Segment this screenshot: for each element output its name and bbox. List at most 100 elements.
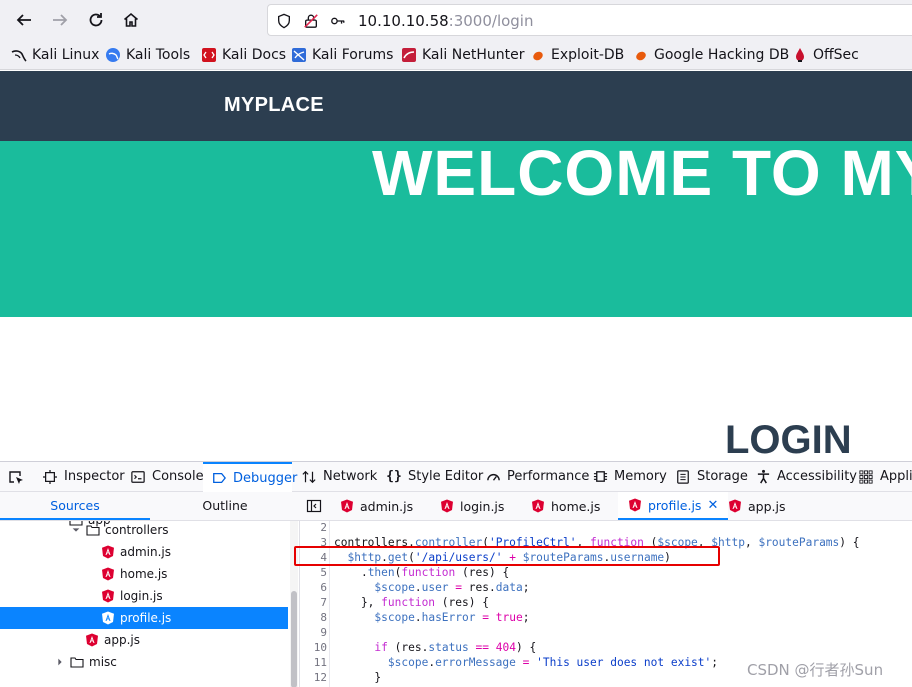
angular-file-icon [101, 545, 115, 559]
tree-item-login-js[interactable]: login.js [0, 585, 288, 607]
inspector-icon [42, 469, 58, 485]
editor-tab-label: login.js [460, 498, 505, 514]
tab-outline[interactable]: Outline [150, 492, 300, 520]
line-number[interactable]: 2 [300, 521, 327, 534]
tab-storage[interactable]: Storage [675, 462, 748, 491]
tab-memory[interactable]: Memory [592, 462, 667, 491]
offsec-icon [792, 47, 808, 63]
tree-item-misc[interactable]: misc [0, 651, 288, 673]
editor-tab-label: admin.js [360, 498, 414, 514]
bookmarks-bar: Kali Linux Kali Tools Kali Docs Kali For… [0, 40, 912, 70]
close-icon[interactable]: ✕ [707, 498, 718, 513]
angular-file-icon [531, 499, 545, 513]
line-number[interactable]: 9 [300, 626, 327, 639]
tab-console[interactable]: Console [130, 462, 204, 491]
tree-item-home-js[interactable]: home.js [0, 563, 288, 585]
sources-pane: Sources Outline app controllers admin.js… [0, 492, 300, 687]
line-number[interactable]: 8 [300, 611, 327, 624]
watermark-text: CSDN @行者孙Sun [747, 661, 884, 679]
line-number[interactable]: 10 [300, 641, 327, 654]
tab-style-editor[interactable]: {} Style Editor [386, 462, 483, 491]
picker-icon [8, 469, 24, 485]
source-tree: app controllers admin.js home.js login.j… [0, 521, 290, 687]
exploit-db-bug-icon [530, 47, 546, 63]
reload-button[interactable] [82, 6, 110, 34]
tab-performance[interactable]: Performance [485, 462, 589, 491]
kali-nethunter-icon [401, 47, 417, 63]
editor-tab-login-js[interactable]: login.js [440, 492, 504, 520]
bookmark-kali-tools[interactable]: Kali Tools [105, 45, 190, 65]
devtools-panel: Inspector Console Debugger Network {} St… [0, 461, 912, 687]
editor-tab-profile-js[interactable]: profile.js ✕ [618, 492, 729, 520]
back-button[interactable] [10, 6, 38, 34]
url-path: :3000/login [448, 12, 534, 30]
accessibility-icon [755, 469, 771, 485]
bookmark-label: Kali NetHunter [422, 47, 525, 63]
angular-file-icon [440, 499, 454, 513]
address-bar[interactable]: 10.10.10.58:3000/login [267, 4, 912, 36]
bookmark-kali-nethunter[interactable]: Kali NetHunter [401, 45, 524, 65]
editor-tab-app-js[interactable]: app.js [728, 492, 786, 520]
site-navbar: MYPLACE [0, 71, 912, 141]
editor-tab-home-js[interactable]: home.js [531, 492, 600, 520]
chevron-right-icon[interactable] [54, 656, 66, 668]
tree-item-admin-js[interactable]: admin.js [0, 541, 288, 563]
arrow-left-icon [16, 14, 31, 26]
line-number[interactable]: 6 [300, 581, 327, 594]
home-icon [123, 12, 139, 27]
tab-sources[interactable]: Sources [0, 492, 150, 520]
tree-item-app-js[interactable]: app.js [0, 629, 288, 651]
tab-network[interactable]: Network [301, 462, 377, 491]
bookmark-kali-linux[interactable]: Kali Linux [11, 45, 99, 65]
bookmark-offsec[interactable]: OffSec [792, 45, 859, 65]
forward-button[interactable] [46, 6, 74, 34]
bookmark-label: Exploit-DB [551, 47, 625, 63]
angular-file-icon [101, 611, 115, 625]
toggle-sidebar-icon[interactable] [306, 498, 322, 514]
site-brand[interactable]: MYPLACE [224, 94, 324, 117]
tab-label: Accessibility [777, 469, 857, 484]
code-line: if (res.status == 404) { [374, 641, 537, 654]
line-number[interactable]: 11 [300, 656, 327, 669]
kali-forums-icon [291, 47, 307, 63]
braces-icon: {} [386, 469, 402, 484]
tab-label: Applic [880, 469, 912, 484]
tree-item-controllers[interactable]: controllers [0, 521, 288, 541]
tab-inspector[interactable]: Inspector [42, 462, 125, 491]
angular-file-icon [85, 633, 99, 647]
shield-icon[interactable] [275, 12, 293, 30]
hero-banner: WELCOME TO MYPLACE [0, 141, 912, 317]
editor-tab-admin-js[interactable]: admin.js [340, 492, 413, 520]
browser-toolbar: 10.10.10.58:3000/login [0, 0, 912, 40]
tab-accessibility[interactable]: Accessibility [755, 462, 857, 491]
bookmark-kali-forums[interactable]: Kali Forums [291, 45, 393, 65]
network-icon [301, 469, 317, 485]
grid-icon [858, 469, 874, 485]
angular-file-icon [628, 498, 642, 512]
chevron-down-icon[interactable] [70, 524, 82, 536]
code-line: } [334, 671, 382, 684]
tab-debugger[interactable]: Debugger [203, 462, 297, 492]
bookmark-kali-docs[interactable]: Kali Docs [201, 45, 286, 65]
annotation-highlight-box [294, 546, 720, 566]
url-text[interactable]: 10.10.10.58:3000/login [358, 12, 533, 30]
bookmark-google-hacking-db[interactable]: Google Hacking DB [633, 45, 789, 65]
line-number[interactable]: 7 [300, 596, 327, 609]
tree-item-profile-js[interactable]: profile.js [0, 607, 288, 629]
tree-item-label: home.js [120, 567, 168, 581]
insecure-lock-icon[interactable] [302, 12, 320, 30]
scrollbar-thumb[interactable] [291, 591, 297, 687]
editor-tab-label: app.js [748, 498, 786, 514]
key-icon[interactable] [329, 12, 347, 30]
line-number[interactable]: 5 [300, 566, 327, 579]
tab-application[interactable]: Applic [858, 462, 912, 491]
line-number[interactable]: 12 [300, 671, 327, 684]
devtools-toolbar: Inspector Console Debugger Network {} St… [0, 462, 912, 492]
sources-pane-tabs: Sources Outline [0, 492, 300, 521]
tree-item-label: profile.js [120, 611, 172, 625]
home-button[interactable] [117, 6, 145, 34]
folder-icon [70, 655, 84, 669]
tab-label: Performance [507, 469, 590, 484]
bookmark-exploit-db[interactable]: Exploit-DB [530, 45, 624, 65]
element-picker-button[interactable] [8, 462, 30, 491]
